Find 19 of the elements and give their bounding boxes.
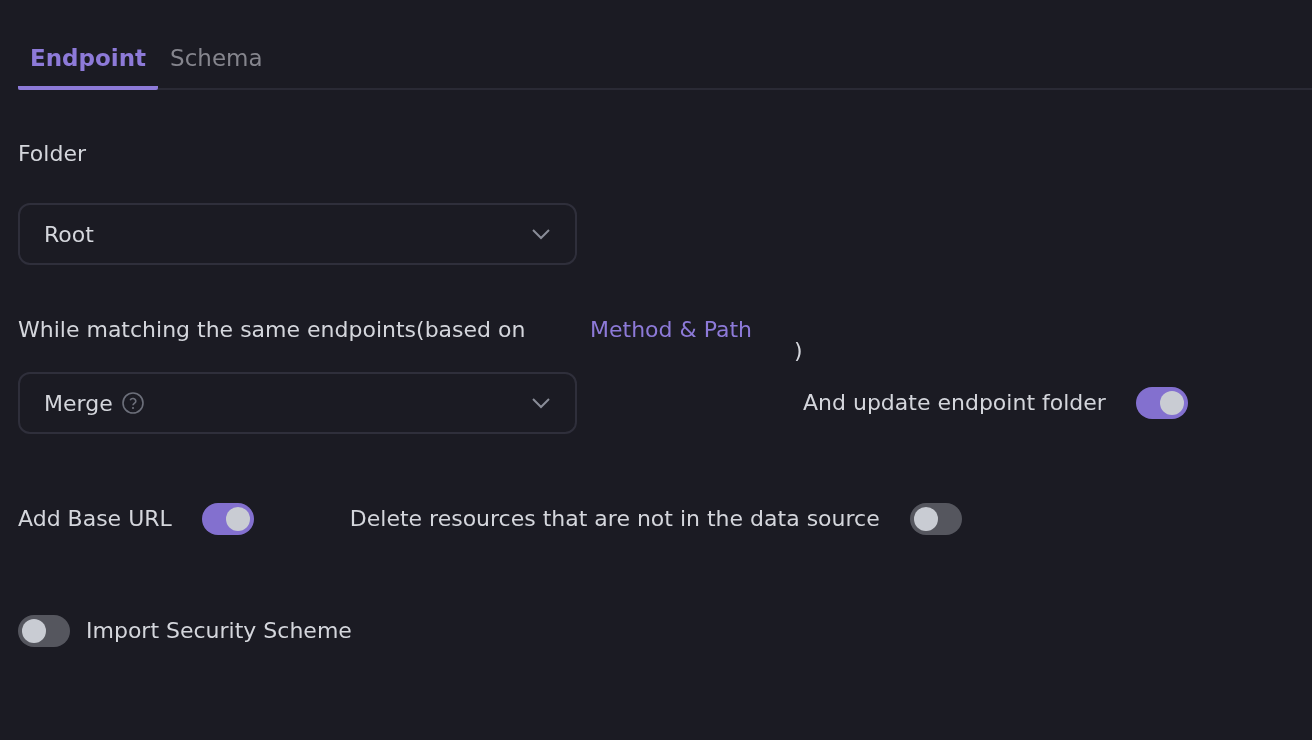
- merge-select[interactable]: Merge: [18, 372, 577, 434]
- toggle-switch[interactable]: [18, 615, 70, 647]
- import-security-label: Import Security Scheme: [86, 617, 352, 645]
- folder-select[interactable]: Root: [18, 203, 577, 265]
- closing-paren: ): [794, 337, 804, 365]
- toggle-switch[interactable]: [201, 503, 254, 535]
- option-label: Add Base URL: [18, 505, 172, 533]
- chevron-down-icon: [531, 228, 551, 240]
- tab[interactable]: Endpoint: [18, 0, 159, 90]
- toggle-switch[interactable]: [909, 503, 962, 535]
- matching-label: While matching the same endpoints(based on: [18, 316, 527, 344]
- tab[interactable]: Schema: [158, 0, 275, 90]
- method-path-link[interactable]: Method & Path: [590, 309, 782, 372]
- folder-label: Folder: [18, 140, 87, 168]
- update-folder-label: And update endpoint folder: [803, 389, 1106, 417]
- toggle-switch[interactable]: [1135, 387, 1188, 419]
- help-icon: [120, 391, 145, 415]
- option-label: Delete resources that are not in the data source: [349, 505, 880, 533]
- chevron-down-icon: [531, 397, 551, 409]
